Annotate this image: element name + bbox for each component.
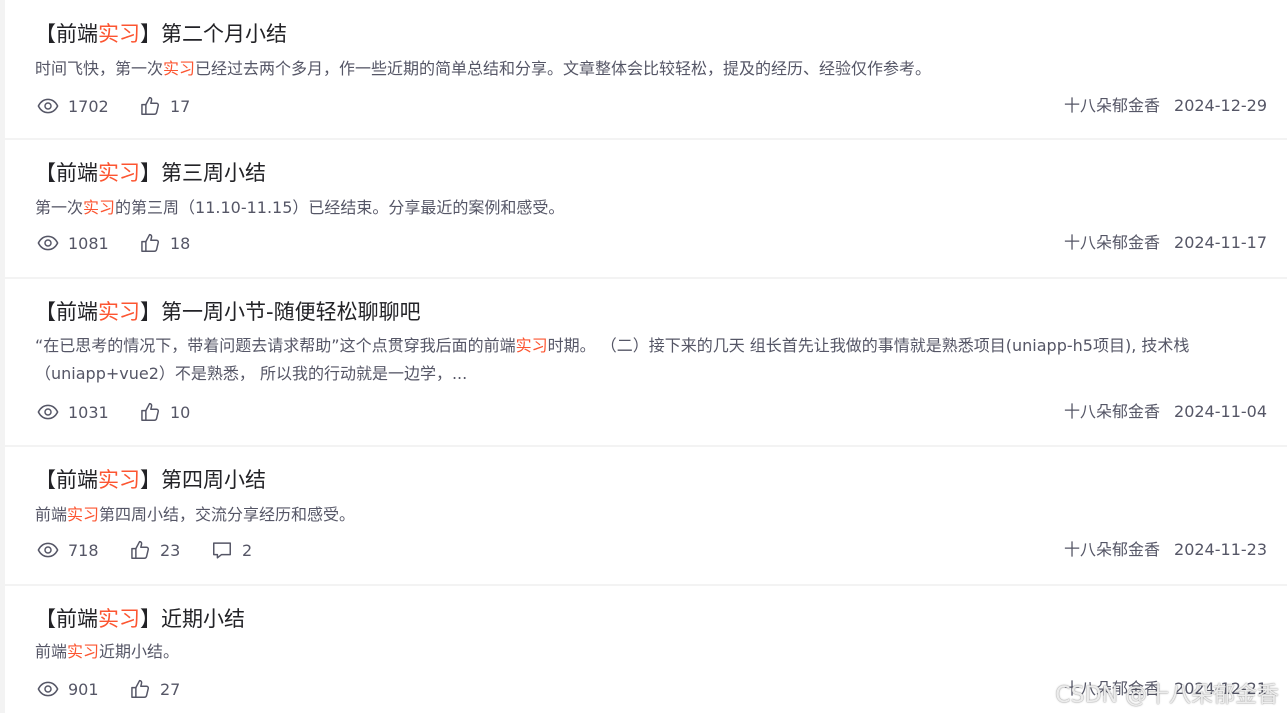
title-prefix: 【前端	[35, 300, 98, 324]
title-highlight: 实习	[98, 468, 140, 492]
view-count-value: 1081	[68, 233, 109, 253]
publish-date: 2024-12-29	[1174, 96, 1267, 115]
publish-date: 2024-11-23	[1174, 540, 1267, 559]
comment-count-value: 2	[242, 540, 253, 560]
summary-text: 第四周小结，交流分享经历和感受。	[99, 505, 356, 524]
summary-text: “在已思考的情况下，带着问题去请求帮助”这个点贯穿我后面的前端	[35, 336, 516, 355]
thumbs-up-icon	[131, 679, 150, 698]
like-count[interactable]: 23	[129, 538, 180, 562]
title-highlight: 实习	[98, 300, 140, 324]
summary-highlight: 实习	[83, 198, 116, 217]
eye-icon	[37, 98, 59, 114]
title-rest: 】第一周小节-随便轻松聊聊吧	[140, 300, 421, 324]
like-count-value: 17	[170, 96, 191, 116]
comment-bubble-icon	[213, 542, 231, 559]
article-meta: 901 27 十八朵郁金香 2024-12-21	[5, 677, 1287, 701]
article-item[interactable]: 【前端实习】第三周小结 第一次实习的第三周（11.10-11.15）已经结束。分…	[5, 140, 1287, 277]
summary-text: 近期小结。	[99, 642, 180, 661]
title-rest: 】近期小结	[140, 607, 245, 631]
author-name[interactable]: 十八朵郁金香	[1064, 231, 1160, 255]
title-highlight: 实习	[98, 161, 140, 185]
article-meta: 1031 10 十八朵郁金香 2024-11-04	[5, 400, 1287, 424]
thumbs-up-icon	[141, 96, 160, 115]
article-meta: 1081 18 十八朵郁金香 2024-11-17	[5, 231, 1287, 255]
title-prefix: 【前端	[35, 468, 98, 492]
like-count[interactable]: 27	[129, 677, 180, 701]
publish-date: 2024-11-17	[1174, 233, 1267, 252]
title-highlight: 实习	[98, 22, 140, 46]
eye-icon	[37, 681, 59, 697]
title-prefix: 【前端	[35, 161, 98, 185]
like-count-value: 10	[170, 402, 191, 422]
article-title[interactable]: 【前端实习】近期小结	[35, 605, 245, 633]
article-meta: 1702 17 十八朵郁金香 2024-12-29	[5, 94, 1287, 118]
article-meta: 718 23 2 十八朵郁金香 2024-11-23	[5, 538, 1287, 562]
title-prefix: 【前端	[35, 607, 98, 631]
like-count[interactable]: 17	[139, 94, 190, 118]
thumbs-up-icon	[141, 233, 160, 252]
article-item[interactable]: 【前端实习】近期小结 前端实习近期小结。 901 27 十八朵郁金香 2024-…	[5, 586, 1287, 713]
view-count: 1031	[37, 400, 109, 424]
view-count-value: 1702	[68, 96, 109, 116]
article-summary[interactable]: 前端实习第四周小结，交流分享经历和感受。	[35, 501, 1265, 529]
view-count: 901	[37, 677, 99, 701]
thumbs-up-icon	[131, 540, 150, 559]
article-title[interactable]: 【前端实习】第四周小结	[35, 466, 266, 494]
summary-text: 已经过去两个多月，作一些近期的简单总结和分享。文章整体会比较轻松，提及的经历、经…	[195, 59, 932, 78]
view-count-value: 718	[68, 540, 99, 560]
eye-icon	[37, 542, 59, 558]
view-count-value: 1031	[68, 402, 109, 422]
article-title[interactable]: 【前端实习】第三周小结	[35, 159, 266, 187]
like-count[interactable]: 18	[139, 231, 190, 255]
author-name[interactable]: 十八朵郁金香	[1064, 400, 1160, 424]
author-name[interactable]: 十八朵郁金香	[1064, 94, 1160, 118]
eye-icon	[37, 404, 59, 420]
summary-highlight: 实习	[515, 336, 548, 355]
like-count-value: 18	[170, 233, 191, 253]
title-rest: 】第二个月小结	[140, 22, 287, 46]
like-count-value: 27	[160, 679, 181, 699]
summary-text: 时间飞快，第一次	[35, 59, 164, 78]
comment-count[interactable]: 2	[211, 538, 252, 562]
summary-text: 第一次	[35, 198, 84, 217]
author-name[interactable]: 十八朵郁金香	[1064, 677, 1160, 701]
article-item[interactable]: 【前端实习】第四周小结 前端实习第四周小结，交流分享经历和感受。 718 23 …	[5, 447, 1287, 584]
article-list: 【前端实习】第二个月小结 时间飞快，第一次实习已经过去两个多月，作一些近期的简单…	[5, 0, 1287, 713]
publish-date: 2024-11-04	[1174, 402, 1267, 421]
summary-highlight: 实习	[67, 642, 100, 661]
summary-highlight: 实习	[67, 505, 100, 524]
summary-text: 前端	[35, 642, 68, 661]
view-count: 1081	[37, 231, 109, 255]
like-count-value: 23	[160, 540, 181, 560]
article-item[interactable]: 【前端实习】第一周小节-随便轻松聊聊吧 “在已思考的情况下，带着问题去请求帮助”…	[5, 279, 1287, 445]
article-summary[interactable]: 时间飞快，第一次实习已经过去两个多月，作一些近期的简单总结和分享。文章整体会比较…	[35, 55, 1265, 83]
like-count[interactable]: 10	[139, 400, 190, 424]
summary-highlight: 实习	[163, 59, 196, 78]
summary-text: 前端	[35, 505, 68, 524]
article-summary[interactable]: 第一次实习的第三周（11.10-11.15）已经结束。分享最近的案例和感受。	[35, 194, 1265, 222]
view-count-value: 901	[68, 679, 99, 699]
title-prefix: 【前端	[35, 22, 98, 46]
article-title[interactable]: 【前端实习】第二个月小结	[35, 20, 287, 48]
view-count: 1702	[37, 94, 109, 118]
article-summary[interactable]: “在已思考的情况下，带着问题去请求帮助”这个点贯穿我后面的前端实习时期。 （二）…	[35, 332, 1265, 388]
title-rest: 】第三周小结	[140, 161, 266, 185]
article-title[interactable]: 【前端实习】第一周小节-随便轻松聊聊吧	[35, 298, 421, 326]
article-item[interactable]: 【前端实习】第二个月小结 时间飞快，第一次实习已经过去两个多月，作一些近期的简单…	[5, 0, 1287, 138]
eye-icon	[37, 235, 59, 251]
view-count: 718	[37, 538, 99, 562]
article-summary[interactable]: 前端实习近期小结。	[35, 638, 1265, 666]
thumbs-up-icon	[141, 402, 160, 421]
author-name[interactable]: 十八朵郁金香	[1064, 538, 1160, 562]
title-highlight: 实习	[98, 607, 140, 631]
summary-text: 的第三周（11.10-11.15）已经结束。分享最近的案例和感受。	[115, 198, 565, 217]
publish-date: 2024-12-21	[1174, 679, 1267, 698]
title-rest: 】第四周小结	[140, 468, 266, 492]
